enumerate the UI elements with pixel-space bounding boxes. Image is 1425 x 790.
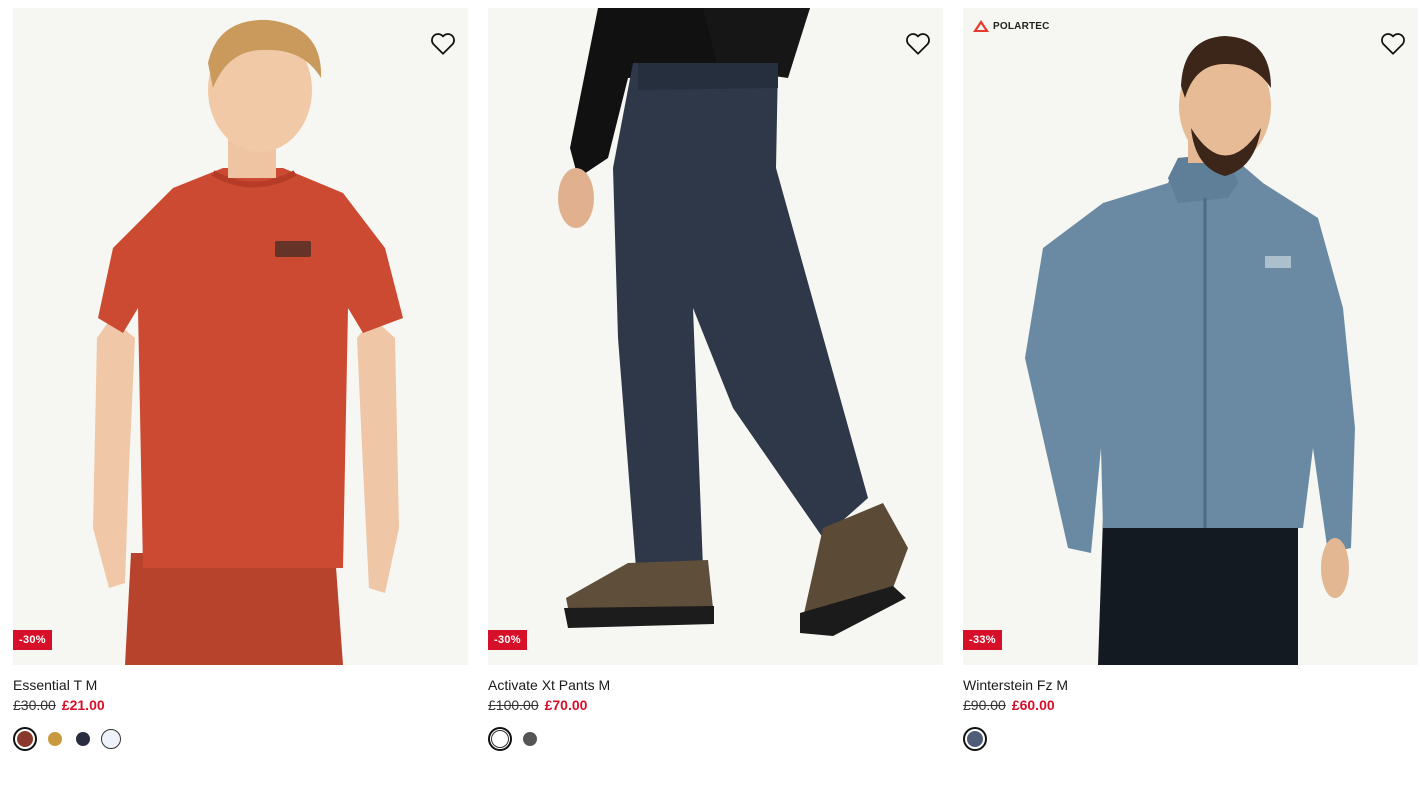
color-swatch[interactable]	[73, 729, 93, 749]
product-card[interactable]: POLARTEC -33% Winterstein Fz M £90.00 £6…	[963, 8, 1418, 751]
wishlist-button[interactable]	[1379, 30, 1407, 58]
color-swatch[interactable]	[101, 729, 121, 749]
discount-badge: -30%	[13, 630, 52, 650]
discount-badge: -33%	[963, 630, 1002, 650]
product-image[interactable]: POLARTEC -33%	[963, 8, 1418, 665]
pants-model-image	[558, 8, 908, 636]
polartec-logo-icon	[973, 20, 989, 32]
wishlist-button[interactable]	[429, 30, 457, 58]
sale-price: £60.00	[1011, 697, 1055, 713]
price-row: £30.00 £21.00	[13, 696, 468, 714]
product-card[interactable]: -30% Essential T M £30.00 £21.00	[13, 8, 468, 751]
original-price: £30.00	[13, 697, 56, 713]
polartec-badge: POLARTEC	[973, 20, 1050, 32]
price-row: £100.00 £70.00	[488, 696, 943, 714]
color-swatches	[488, 727, 943, 751]
tshirt-model-image	[93, 19, 403, 665]
color-swatch[interactable]	[13, 727, 37, 751]
color-swatch[interactable]	[488, 727, 512, 751]
color-swatch[interactable]	[963, 727, 987, 751]
price-row: £90.00 £60.00	[963, 696, 1418, 714]
heart-outline-icon	[431, 33, 455, 55]
product-image[interactable]: -30%	[13, 8, 468, 665]
color-swatch[interactable]	[520, 729, 540, 749]
wishlist-button[interactable]	[904, 30, 932, 58]
heart-outline-icon	[906, 33, 930, 55]
brand-badge-label: POLARTEC	[993, 20, 1050, 32]
discount-badge: -30%	[488, 630, 527, 650]
color-swatches	[963, 727, 1418, 751]
original-price: £100.00	[488, 697, 539, 713]
heart-outline-icon	[1381, 33, 1405, 55]
product-image[interactable]: -30%	[488, 8, 943, 665]
sale-price: £70.00	[544, 697, 588, 713]
product-title[interactable]: Essential T M	[13, 676, 468, 694]
fleece-model-image	[1025, 36, 1355, 665]
color-swatches	[13, 727, 468, 751]
product-card[interactable]: -30% Activate Xt Pants M £100.00 £70.00	[488, 8, 943, 751]
product-title[interactable]: Activate Xt Pants M	[488, 676, 943, 694]
sale-price: £21.00	[61, 697, 105, 713]
original-price: £90.00	[963, 697, 1006, 713]
product-title[interactable]: Winterstein Fz M	[963, 676, 1418, 694]
color-swatch[interactable]	[45, 729, 65, 749]
